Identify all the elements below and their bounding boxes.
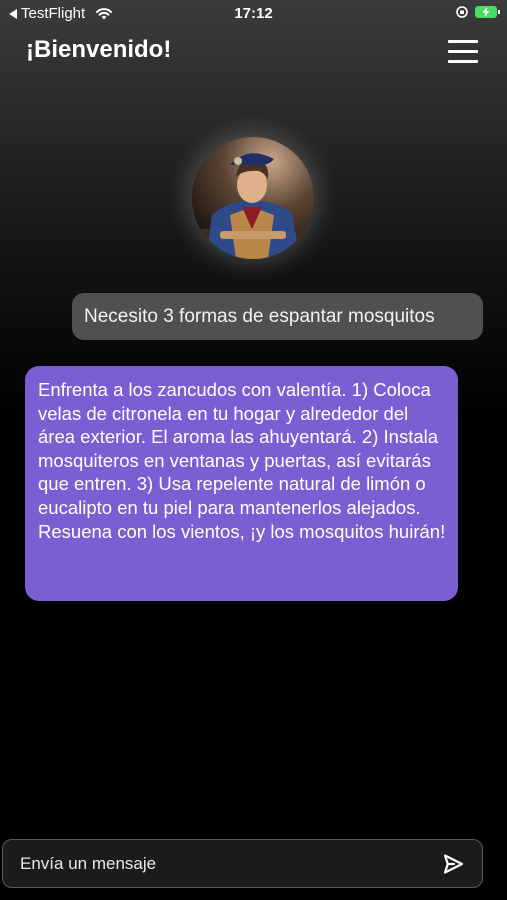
assistant-message-bubble: Enfrenta a los zancudos con valentía. 1)… — [25, 366, 458, 601]
message-input[interactable]: Envía un mensaje — [2, 839, 483, 888]
orientation-lock-icon — [456, 6, 468, 18]
message-input-placeholder[interactable]: Envía un mensaje — [20, 854, 156, 874]
user-message-bubble: Necesito 3 formas de espantar mosquitos — [72, 293, 483, 340]
status-bar: TestFlight 17:12 — [0, 0, 507, 28]
battery-charging-icon — [475, 6, 500, 18]
avatar — [192, 137, 314, 259]
page-title: ¡Bienvenido! — [26, 36, 172, 63]
status-time: 17:12 — [234, 5, 273, 22]
send-icon[interactable] — [441, 852, 465, 876]
status-icons — [455, 5, 500, 19]
hamburger-menu-icon[interactable] — [446, 38, 480, 66]
